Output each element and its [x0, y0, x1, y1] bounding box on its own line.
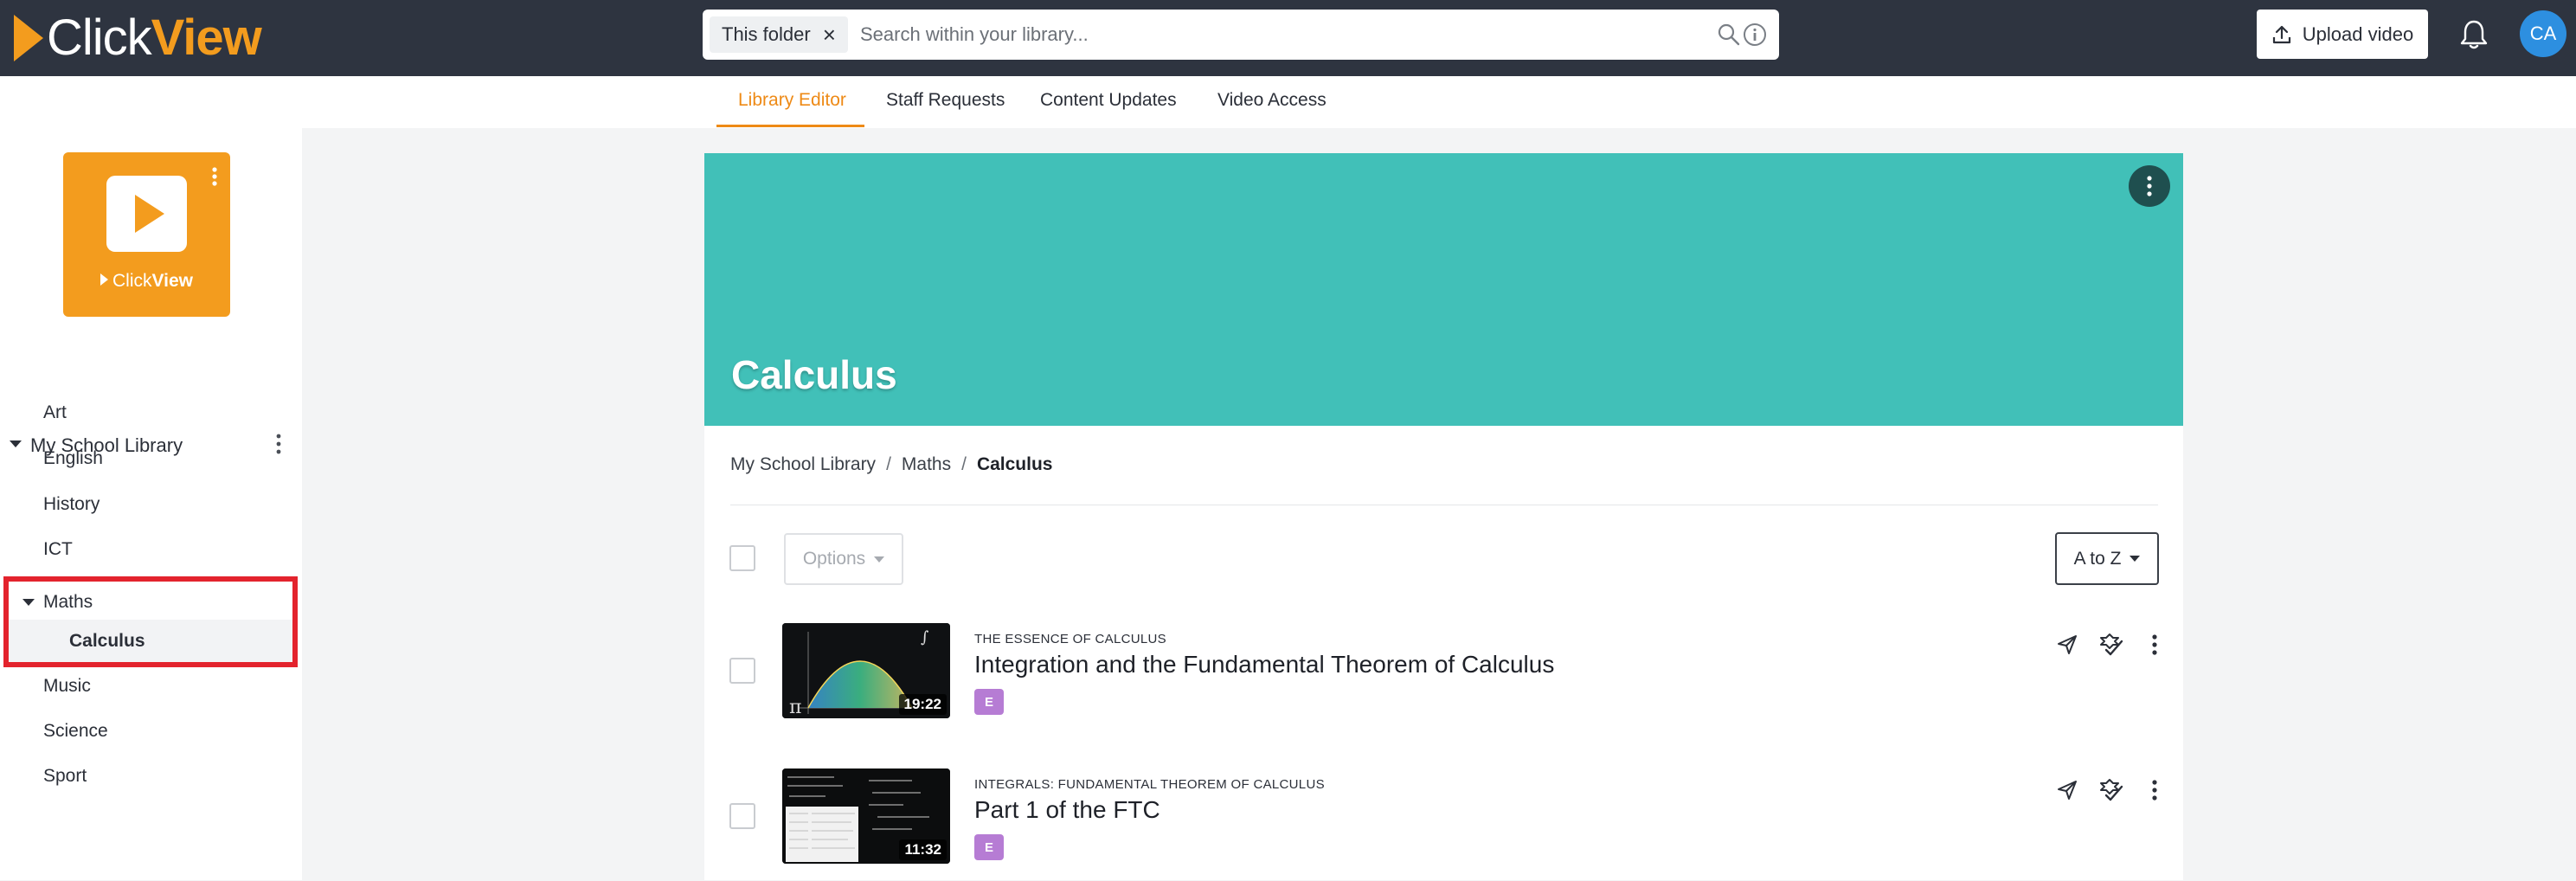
user-avatar[interactable]: CA [2520, 10, 2566, 57]
sidebar-item-english[interactable]: English [43, 448, 103, 469]
rating-badge: E [974, 834, 1004, 860]
upload-video-label: Upload video [2302, 23, 2414, 45]
search-bar: This folder × [703, 10, 1779, 60]
top-bar: ClickView This folder × Upload video CA [0, 0, 2576, 76]
avatar-initials: CA [2529, 23, 2557, 44]
breadcrumb-current: Calculus [976, 454, 1053, 474]
breadcrumb: My School Library / Maths / Calculus [730, 454, 1053, 474]
video-thumbnail[interactable]: ∫ π 19:22 [782, 623, 950, 718]
video-checkbox[interactable] [729, 658, 755, 684]
library-logo-brand: ClickView [63, 271, 230, 292]
logo-play-icon [14, 15, 43, 61]
folder-more-button[interactable] [2129, 165, 2170, 207]
tab-staff-requests[interactable]: Staff Requests [886, 90, 1005, 111]
rating-badge: E [974, 689, 1004, 715]
sidebar-item-science[interactable]: Science [43, 721, 108, 742]
clickview-logo[interactable]: ClickView [14, 9, 262, 68]
root-more-icon[interactable] [275, 433, 282, 455]
more-vertical-icon[interactable] [2140, 630, 2169, 659]
video-list-item: ∫ π 19:22 THE ESSENCE OF CALCULUS Integr… [704, 623, 2183, 736]
search-input[interactable] [858, 16, 1533, 53]
logo-text-click: Click [47, 10, 152, 66]
library-logo: ClickView [63, 152, 230, 317]
folder-content: My School Library / Maths / Calculus Options… [704, 426, 2183, 880]
tab-content-updates[interactable]: Content Updates [1040, 90, 1177, 111]
options-dropdown[interactable]: Options [784, 533, 903, 585]
tab-bar: Library Editor Staff Requests Content Up… [302, 76, 2576, 128]
svg-text:π: π [789, 697, 801, 718]
sidebar-item-sport[interactable]: Sport [43, 766, 87, 787]
sidebar-item-history[interactable]: History [43, 494, 100, 515]
more-vertical-icon[interactable] [2140, 775, 2169, 805]
caret-down-icon [2130, 556, 2141, 562]
sort-dropdown[interactable]: A to Z [2055, 532, 2159, 585]
sidebar-item-music[interactable]: Music [43, 676, 91, 697]
library-play-icon [106, 176, 187, 252]
caret-down-icon [874, 556, 885, 563]
upload-icon [2272, 25, 2290, 43]
bell-icon[interactable] [2459, 19, 2489, 50]
breadcrumb-my-school-library[interactable]: My School Library [730, 454, 876, 474]
more-vertical-icon [2147, 176, 2152, 196]
assign-icon[interactable] [2096, 775, 2125, 805]
video-duration: 19:22 [898, 694, 947, 715]
library-logo-more-icon[interactable] [211, 166, 218, 187]
info-icon[interactable] [1743, 23, 1767, 47]
folder-banner: Calculus [704, 153, 2183, 426]
video-checkbox[interactable] [729, 803, 755, 829]
video-title[interactable]: Part 1 of the FTC [974, 796, 1160, 824]
caret-down-icon[interactable] [10, 440, 22, 447]
video-duration: 11:32 [899, 839, 947, 860]
breadcrumb-maths[interactable]: Maths [902, 454, 951, 474]
video-title[interactable]: Integration and the Fundamental Theorem … [974, 651, 1554, 678]
sidebar-item-ict[interactable]: ICT [43, 539, 73, 560]
sidebar-item-art[interactable]: Art [43, 402, 67, 423]
sidebar: ClickView My School Library [0, 76, 302, 880]
svg-text:∫: ∫ [921, 628, 929, 646]
active-tab-indicator [716, 125, 864, 127]
tab-library-editor[interactable]: Library Editor [738, 90, 846, 111]
close-icon[interactable]: × [823, 23, 836, 46]
search-scope-chip: This folder × [710, 16, 848, 53]
highlight-box [3, 576, 298, 667]
video-thumbnail[interactable]: 11:32 [782, 768, 950, 864]
logo-text-view: View [151, 10, 262, 66]
send-icon[interactable] [2052, 630, 2082, 659]
select-all-checkbox[interactable] [729, 545, 755, 571]
send-icon[interactable] [2052, 775, 2082, 805]
folder-title: Calculus [731, 352, 897, 397]
tab-video-access[interactable]: Video Access [1217, 90, 1327, 111]
assign-icon[interactable] [2096, 630, 2125, 659]
upload-video-button[interactable]: Upload video [2257, 10, 2428, 59]
video-list-item: 11:32 INTEGRALS: FUNDAMENTAL THEOREM OF … [704, 768, 2183, 881]
video-series: THE ESSENCE OF CALCULUS [974, 632, 1166, 646]
search-scope-label: This folder [722, 23, 811, 45]
search-icon[interactable] [1717, 23, 1741, 47]
video-series: INTEGRALS: FUNDAMENTAL THEOREM OF CALCUL… [974, 777, 1325, 792]
